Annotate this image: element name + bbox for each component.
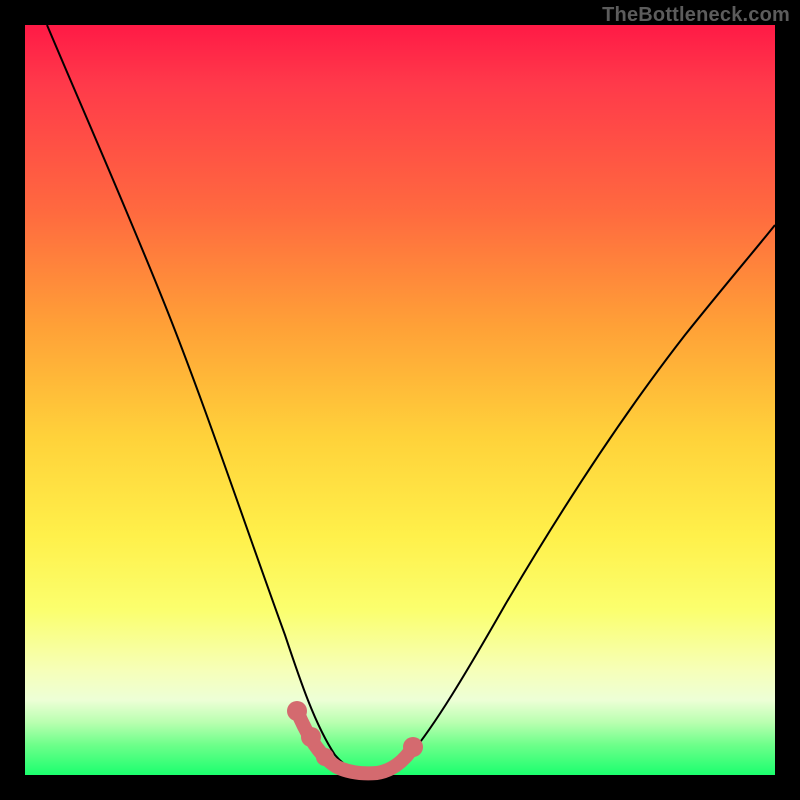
plot-area — [25, 25, 775, 775]
trough-dot — [301, 727, 321, 747]
watermark-text: TheBottleneck.com — [602, 4, 790, 27]
curve-overlay — [25, 25, 775, 775]
trough-dot — [316, 748, 334, 766]
bottleneck-curve — [47, 25, 775, 773]
trough-dot — [403, 737, 423, 757]
chart-stage: TheBottleneck.com — [0, 0, 800, 800]
trough-dot — [287, 701, 307, 721]
